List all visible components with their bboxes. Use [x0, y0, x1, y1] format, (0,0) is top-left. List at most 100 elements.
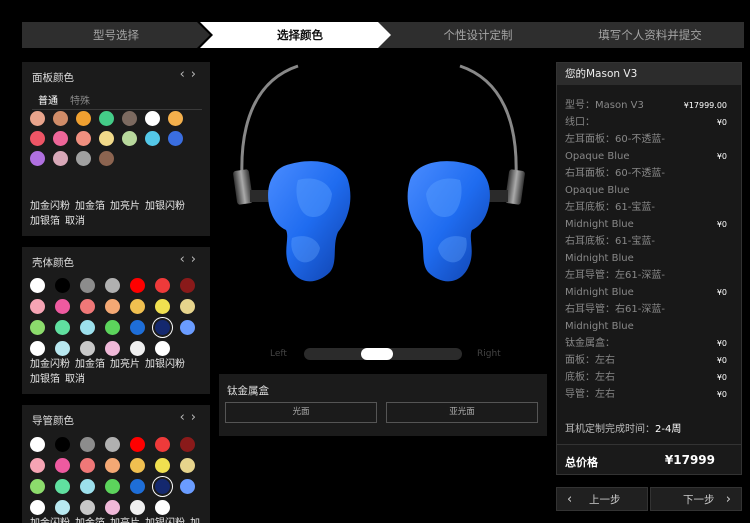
color-swatch[interactable]	[53, 151, 68, 166]
color-swatch[interactable]	[130, 458, 145, 473]
effect-option[interactable]: 取消	[65, 216, 85, 227]
color-swatch[interactable]	[55, 479, 70, 494]
color-swatch[interactable]	[80, 341, 95, 356]
color-swatch[interactable]	[105, 278, 120, 293]
color-swatch[interactable]	[168, 111, 183, 126]
tab-special[interactable]: 特殊	[70, 92, 90, 107]
color-swatch[interactable]	[155, 278, 170, 293]
color-swatch[interactable]	[168, 131, 183, 146]
color-swatch[interactable]	[55, 458, 70, 473]
color-swatch[interactable]	[105, 479, 120, 494]
color-swatch[interactable]	[130, 479, 145, 494]
color-swatch[interactable]	[99, 151, 114, 166]
effect-option[interactable]: 加金闪粉	[30, 359, 70, 370]
effect-option[interactable]: 加亮片	[110, 359, 140, 370]
chevron-right-icon[interactable]: ›	[191, 252, 202, 267]
chevron-left-icon[interactable]: ‹	[180, 252, 191, 267]
color-swatch[interactable]	[130, 320, 145, 335]
effect-option[interactable]: 加银闪粉	[145, 518, 185, 523]
chevron-right-icon[interactable]: ›	[191, 67, 202, 82]
color-swatch[interactable]	[76, 111, 91, 126]
chevron-right-icon[interactable]: ›	[191, 410, 202, 425]
color-swatch[interactable]	[55, 341, 70, 356]
next-step-button[interactable]: 下一步 ›	[650, 487, 742, 511]
color-swatch[interactable]	[130, 299, 145, 314]
color-swatch[interactable]	[105, 458, 120, 473]
effect-option[interactable]: 加金闪粉	[30, 201, 70, 212]
color-swatch[interactable]	[30, 479, 45, 494]
color-swatch[interactable]	[30, 320, 45, 335]
effect-option[interactable]: 加金箔	[75, 518, 105, 523]
color-swatch[interactable]	[155, 500, 170, 515]
color-swatch[interactable]	[180, 458, 195, 473]
case-glossy-button[interactable]: 光面	[225, 402, 377, 423]
color-swatch[interactable]	[99, 111, 114, 126]
color-swatch[interactable]	[122, 131, 137, 146]
effect-option[interactable]: 加金箔	[75, 201, 105, 212]
effect-option[interactable]: 加	[190, 518, 200, 523]
color-swatch[interactable]	[55, 437, 70, 452]
view-slider[interactable]	[304, 348, 462, 360]
effect-option[interactable]: 加亮片	[110, 201, 140, 212]
color-swatch[interactable]	[55, 299, 70, 314]
color-swatch[interactable]	[145, 111, 160, 126]
color-swatch[interactable]	[30, 458, 45, 473]
color-swatch[interactable]	[80, 320, 95, 335]
step-submit-info[interactable]: 填写个人资料并提交	[556, 22, 744, 48]
color-swatch[interactable]	[180, 278, 195, 293]
effect-option[interactable]: 加银闪粉	[145, 359, 185, 370]
color-swatch[interactable]	[55, 320, 70, 335]
effect-option[interactable]: 加金箔	[75, 359, 105, 370]
color-swatch[interactable]	[105, 437, 120, 452]
effect-option[interactable]: 加金闪粉	[30, 518, 70, 523]
color-swatch[interactable]	[80, 458, 95, 473]
color-swatch[interactable]	[80, 479, 95, 494]
color-swatch[interactable]	[53, 131, 68, 146]
step-color-select[interactable]: 选择颜色	[200, 22, 400, 48]
color-swatch[interactable]	[180, 479, 195, 494]
color-swatch[interactable]	[80, 278, 95, 293]
color-swatch[interactable]	[53, 111, 68, 126]
color-swatch[interactable]	[105, 299, 120, 314]
color-swatch[interactable]	[130, 278, 145, 293]
color-swatch[interactable]	[76, 131, 91, 146]
color-swatch[interactable]	[155, 437, 170, 452]
effect-option[interactable]: 加银闪粉	[145, 201, 185, 212]
color-swatch[interactable]	[80, 437, 95, 452]
effect-option[interactable]: 加银箔	[30, 374, 60, 385]
color-swatch[interactable]	[180, 320, 195, 335]
color-swatch[interactable]	[105, 341, 120, 356]
color-swatch[interactable]	[145, 131, 160, 146]
color-swatch[interactable]	[30, 278, 45, 293]
color-swatch[interactable]	[80, 299, 95, 314]
effect-option[interactable]: 加银箔	[30, 216, 60, 227]
color-swatch[interactable]	[130, 437, 145, 452]
chevron-left-icon[interactable]: ‹	[180, 67, 191, 82]
step-model-select[interactable]: 型号选择	[22, 22, 210, 48]
color-swatch[interactable]	[155, 479, 170, 494]
color-swatch[interactable]	[55, 278, 70, 293]
tab-normal[interactable]: 普通	[38, 92, 58, 107]
color-swatch[interactable]	[80, 500, 95, 515]
color-swatch[interactable]	[76, 151, 91, 166]
case-matte-button[interactable]: 亚光面	[386, 402, 538, 423]
color-swatch[interactable]	[30, 500, 45, 515]
color-swatch[interactable]	[105, 320, 120, 335]
color-swatch[interactable]	[155, 341, 170, 356]
effect-option[interactable]: 加亮片	[110, 518, 140, 523]
color-swatch[interactable]	[155, 320, 170, 335]
prev-step-button[interactable]: ‹ 上一步	[556, 487, 648, 511]
color-swatch[interactable]	[180, 299, 195, 314]
color-swatch[interactable]	[122, 111, 137, 126]
color-swatch[interactable]	[30, 151, 45, 166]
color-swatch[interactable]	[30, 341, 45, 356]
color-swatch[interactable]	[105, 500, 120, 515]
chevron-left-icon[interactable]: ‹	[180, 410, 191, 425]
color-swatch[interactable]	[180, 437, 195, 452]
color-swatch[interactable]	[155, 299, 170, 314]
slider-knob[interactable]	[361, 348, 393, 360]
step-custom-design[interactable]: 个性设计定制	[378, 22, 578, 48]
color-swatch[interactable]	[99, 131, 114, 146]
color-swatch[interactable]	[155, 458, 170, 473]
color-swatch[interactable]	[30, 299, 45, 314]
